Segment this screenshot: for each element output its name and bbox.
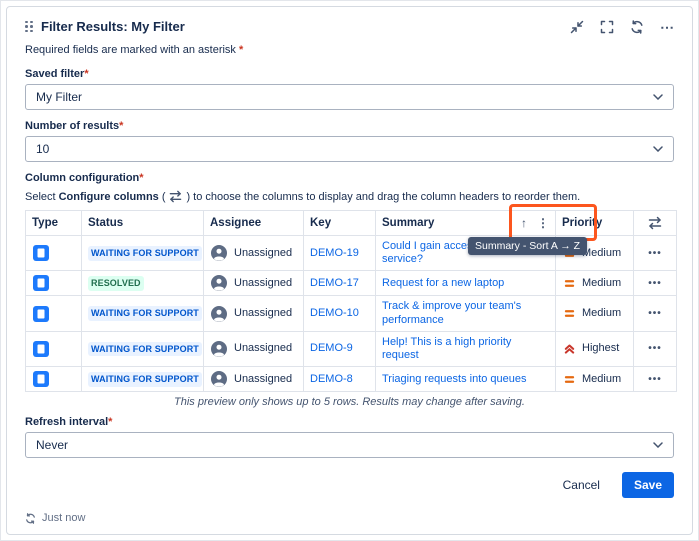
results-table-wrap: Type Status Assignee Key Summary ↑ ⋮ Pri…	[25, 204, 677, 393]
issue-key-link[interactable]: DEMO-9	[310, 342, 353, 354]
priority-medium-icon	[563, 277, 576, 290]
expand-icon[interactable]	[600, 20, 614, 34]
form-actions: Cancel Save	[25, 472, 674, 499]
row-more-button[interactable]: •••	[648, 278, 662, 289]
row-more-button[interactable]: •••	[648, 308, 662, 319]
avatar	[211, 371, 227, 388]
column-header-assignee[interactable]: Assignee	[203, 210, 304, 236]
number-of-results-label: Number of results*	[25, 120, 124, 132]
priority-highest-icon	[563, 342, 576, 355]
column-configuration-help: Select Configure columns ( ) to choose t…	[25, 190, 581, 203]
chevron-down-icon	[653, 442, 663, 449]
issue-key-link[interactable]: DEMO-17	[310, 277, 359, 289]
drag-handle-icon[interactable]	[25, 20, 33, 33]
avatar	[211, 340, 227, 357]
status-badge: WAITING FOR SUPPORT	[88, 306, 202, 321]
required-fields-note: Required fields are marked with an aster…	[25, 44, 674, 56]
saved-filter-select[interactable]: My Filter	[25, 84, 674, 110]
gadget-page: Filter Results: My Filter ⋯ Required fie…	[0, 0, 699, 541]
status-badge: WAITING FOR SUPPORT	[88, 341, 202, 357]
table-row: WAITING FOR SUPPORT Unassigned DEMO-8 Tr…	[25, 366, 677, 393]
request-type-icon	[33, 245, 49, 262]
refresh-interval-label: Refresh interval*	[25, 416, 113, 429]
chevron-down-icon	[653, 94, 663, 100]
status-badge: RESOLVED	[88, 275, 144, 291]
status-badge: WAITING FOR SUPPORT	[88, 371, 202, 387]
table-row: WAITING FOR SUPPORT Unassigned DEMO-10 T…	[25, 295, 677, 332]
last-refreshed-text: Just now	[42, 512, 86, 524]
issue-summary-link[interactable]: Track & improve your team's performance	[382, 300, 549, 326]
priority-label: Medium	[582, 372, 622, 385]
required-asterisk: *	[239, 44, 244, 56]
preview-note: This preview only shows up to 5 rows. Re…	[174, 396, 525, 409]
configure-columns-icon	[648, 216, 662, 230]
priority-label: Medium	[582, 306, 622, 319]
assignee-name: Unassigned	[234, 372, 293, 385]
priority-label: Medium	[582, 276, 622, 289]
collapse-icon[interactable]	[570, 20, 584, 34]
refresh-icon[interactable]	[630, 19, 644, 34]
panel-title: Filter Results: My Filter	[41, 19, 185, 34]
avatar	[211, 245, 227, 262]
column-header-type[interactable]: Type	[25, 210, 82, 236]
request-type-icon	[33, 305, 49, 322]
configure-columns-button[interactable]	[633, 210, 677, 236]
column-header-summary[interactable]: Summary ↑ ⋮	[375, 210, 556, 236]
save-button[interactable]: Save	[621, 472, 674, 499]
sort-tooltip: Summary - Sort A → Z	[468, 237, 588, 255]
configure-columns-icon	[169, 190, 182, 203]
refresh-interval-select[interactable]: Never	[25, 432, 674, 459]
refresh-icon[interactable]	[25, 512, 36, 524]
table-row: WAITING FOR SUPPORT Unassigned DEMO-9 He…	[25, 330, 677, 368]
request-type-icon	[33, 371, 49, 388]
issue-key-link[interactable]: DEMO-10	[310, 307, 359, 319]
priority-medium-icon	[563, 373, 576, 386]
column-header-key[interactable]: Key	[303, 210, 376, 236]
assignee-name: Unassigned	[234, 306, 293, 319]
row-more-button[interactable]: •••	[648, 374, 662, 385]
priority-medium-icon	[563, 307, 576, 320]
status-badge: WAITING FOR SUPPORT	[88, 245, 202, 261]
saved-filter-label: Saved filter*	[25, 68, 89, 80]
request-type-icon	[33, 340, 49, 357]
number-of-results-value: 10	[36, 142, 50, 156]
priority-label: Highest	[582, 342, 620, 355]
panel-header: Filter Results: My Filter ⋯	[25, 19, 674, 34]
number-of-results-select[interactable]: 10	[25, 136, 674, 162]
request-type-icon	[33, 275, 49, 292]
saved-filter-value: My Filter	[36, 90, 82, 104]
row-more-button[interactable]: •••	[648, 248, 662, 259]
avatar	[211, 275, 227, 292]
column-header-status[interactable]: Status	[81, 210, 204, 236]
column-configuration-label: Column configuration*	[25, 172, 144, 184]
status-bar: Just now	[25, 512, 674, 524]
chevron-down-icon	[653, 146, 663, 152]
assignee-name: Unassigned	[234, 246, 293, 259]
summary-header-label: Summary	[382, 217, 435, 229]
row-more-button[interactable]: •••	[648, 343, 662, 354]
assignee-name: Unassigned	[234, 342, 293, 355]
issue-key-link[interactable]: DEMO-19	[310, 247, 359, 259]
filter-results-panel: Filter Results: My Filter ⋯ Required fie…	[6, 6, 693, 535]
cancel-button[interactable]: Cancel	[551, 472, 612, 498]
column-header-priority[interactable]: Priority	[555, 210, 634, 236]
required-fields-text: Required fields are marked with an aster…	[25, 44, 236, 56]
priority-label: Medium	[582, 246, 622, 259]
assignee-name: Unassigned	[234, 276, 293, 289]
issue-key-link[interactable]: DEMO-8	[310, 373, 353, 385]
table-row: RESOLVED Unassigned DEMO-17 Request for …	[25, 270, 677, 297]
more-menu-icon[interactable]: ⋯	[660, 20, 674, 34]
issue-summary-link[interactable]: Triaging requests into queues	[382, 373, 549, 386]
issue-summary-link[interactable]: Request for a new laptop	[382, 277, 549, 290]
issue-summary-link[interactable]: Help! This is a high priority request	[382, 336, 549, 362]
sort-ascending-icon[interactable]: ↑	[521, 216, 527, 230]
column-kebab-menu-icon[interactable]: ⋮	[537, 216, 549, 230]
avatar	[211, 305, 227, 322]
refresh-interval-value: Never	[36, 438, 69, 453]
